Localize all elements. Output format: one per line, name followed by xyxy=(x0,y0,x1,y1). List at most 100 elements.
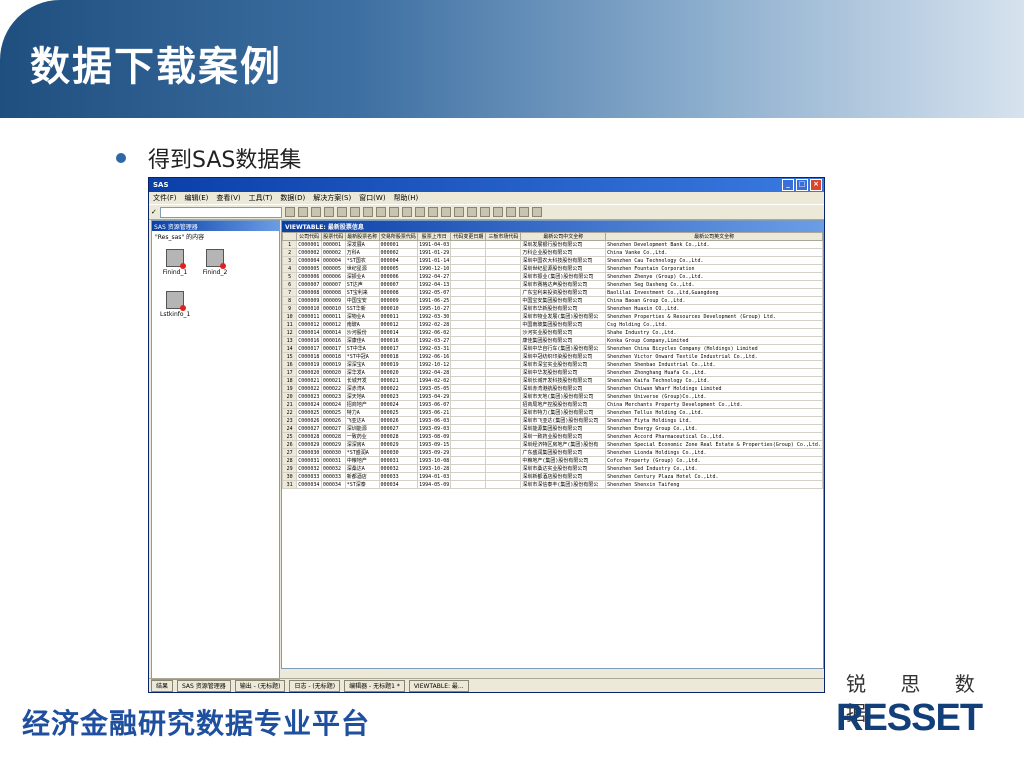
table-cell[interactable]: ST中华A xyxy=(344,344,380,353)
table-icon[interactable] xyxy=(453,207,464,217)
table-cell[interactable] xyxy=(485,264,522,273)
row-number[interactable]: 17 xyxy=(282,368,298,377)
table-cell[interactable]: 000018 xyxy=(320,352,346,361)
row-number[interactable]: 29 xyxy=(282,464,298,473)
table-cell[interactable] xyxy=(485,272,522,281)
row-number[interactable]: 12 xyxy=(282,328,298,337)
row-number[interactable]: 4 xyxy=(282,264,298,273)
table-cell[interactable]: 广东宝利来投资股份有限公司 xyxy=(520,288,607,297)
find-icon[interactable] xyxy=(349,207,360,217)
table-cell[interactable]: 000033 xyxy=(378,472,419,481)
table-row[interactable]: 30 C000033 000033 新都酒店 000033 1994-01-03 深圳新都酒… xyxy=(282,472,823,481)
table-cell[interactable]: 万科A xyxy=(344,248,380,257)
list-icon[interactable] xyxy=(466,207,477,217)
table-row[interactable]: 10 C000011 000011 深物业A 000011 1992-03-30 深圳市物业… xyxy=(282,312,823,321)
row-number[interactable]: 21 xyxy=(282,400,298,409)
table-cell[interactable]: Shenzhen Energy Group Co.,Ltd. xyxy=(605,424,823,433)
table-cell[interactable]: Shenzhen Cau Technology Co.,Ltd. xyxy=(605,256,823,265)
table-cell[interactable]: SST华新 xyxy=(344,304,380,313)
table-cell[interactable] xyxy=(485,448,522,457)
table-cell[interactable]: 000001 xyxy=(320,240,346,249)
table-cell[interactable]: 1991-01-29 xyxy=(417,248,452,257)
table-cell[interactable]: 1991-01-14 xyxy=(417,256,452,265)
table-cell[interactable]: 深圳市华新股份有限公司 xyxy=(520,304,607,313)
table-cell[interactable]: 1992-10-12 xyxy=(417,360,452,369)
table-cell[interactable]: Shahe Industry Co.,Ltd. xyxy=(605,328,823,337)
table-cell[interactable]: C000017 xyxy=(296,344,322,353)
table-cell[interactable] xyxy=(450,416,487,425)
table-cell[interactable] xyxy=(450,432,487,441)
table-cell[interactable]: 000009 xyxy=(378,296,419,305)
table-cell[interactable] xyxy=(450,376,487,385)
table-cell[interactable]: 1990-12-10 xyxy=(417,264,452,273)
table-cell[interactable]: 1993-05-05 xyxy=(417,384,452,393)
table-row[interactable]: 28 C000031 000031 中粮地产 000031 1993-10-08 中粮地产(… xyxy=(282,456,823,465)
table-cell[interactable]: 000033 xyxy=(320,472,346,481)
table-cell[interactable] xyxy=(485,408,522,417)
table-cell[interactable]: 000010 xyxy=(378,304,419,313)
table-cell[interactable]: 000029 xyxy=(378,440,419,449)
table-cell[interactable]: 1992-05-07 xyxy=(417,288,452,297)
table-cell[interactable] xyxy=(450,368,487,377)
table-cell[interactable]: 1993-04-29 xyxy=(417,392,452,401)
table-cell[interactable]: 000010 xyxy=(320,304,346,313)
table-cell[interactable]: 000004 xyxy=(378,256,419,265)
table-cell[interactable]: 000001 xyxy=(378,240,419,249)
table-cell[interactable]: 000024 xyxy=(320,400,346,409)
table-cell[interactable]: 广东盛润集团股份有限公司 xyxy=(520,448,607,457)
new-icon[interactable] xyxy=(284,207,295,217)
table-cell[interactable] xyxy=(450,464,487,473)
table-cell[interactable]: 中国南玻集团股份有限公司 xyxy=(520,320,607,329)
table-cell[interactable] xyxy=(450,280,487,289)
table-cell[interactable]: C000033 xyxy=(296,472,322,481)
table-cell[interactable]: 000017 xyxy=(378,344,419,353)
table-cell[interactable]: 000034 xyxy=(378,480,419,489)
table-cell[interactable]: 深振业A xyxy=(344,272,380,281)
table-cell[interactable]: C000032 xyxy=(296,464,322,473)
table-cell[interactable]: Shenzhen Universe (Group)Co.,Ltd. xyxy=(605,392,823,401)
row-number[interactable]: 13 xyxy=(282,336,298,345)
menu-item-help[interactable]: 帮助(H) xyxy=(394,193,419,203)
table-cell[interactable]: C000010 xyxy=(296,304,322,313)
table-cell[interactable]: 000019 xyxy=(378,360,419,369)
row-number[interactable]: 22 xyxy=(282,408,298,417)
table-cell[interactable]: 1995-10-27 xyxy=(417,304,452,313)
table-cell[interactable]: 000016 xyxy=(378,336,419,345)
table-cell[interactable]: C000002 xyxy=(296,248,322,257)
table-cell[interactable]: C000034 xyxy=(296,480,322,489)
table-cell[interactable]: Shenzhen Lionda Holdings Co.,Ltd. xyxy=(605,448,823,457)
table-cell[interactable]: 1994-02-02 xyxy=(417,376,452,385)
table-row[interactable]: 25 C000028 000028 一致药业 000028 1993-08-09 深圳一致药… xyxy=(282,432,823,441)
table-cell[interactable]: 000030 xyxy=(320,448,346,457)
table-cell[interactable]: C000030 xyxy=(296,448,322,457)
table-cell[interactable]: 深桑达A xyxy=(344,464,380,473)
table-cell[interactable]: 深圳中国农大科技股份有限公司 xyxy=(520,256,607,265)
table-cell[interactable] xyxy=(450,456,487,465)
table-cell[interactable]: 深圳发展银行股份有限公司 xyxy=(520,240,607,249)
table-cell[interactable]: C000031 xyxy=(296,456,322,465)
table-cell[interactable]: 深圳市深宝实业股份有限公司 xyxy=(520,360,607,369)
column-header[interactable]: 股票上市日 xyxy=(417,232,452,241)
table-cell[interactable]: Baolilai Investment Co.,Ltd,Guangdong xyxy=(605,288,823,297)
table-cell[interactable] xyxy=(450,448,487,457)
table-cell[interactable]: Shenzhen Tellus Holding Co.,Ltd. xyxy=(605,408,823,417)
dataset-finind-1[interactable]: Finind_1 xyxy=(160,249,190,276)
table-cell[interactable]: 中粮地产 xyxy=(344,456,380,465)
table-cell[interactable]: China Baoan Group Co.,Ltd. xyxy=(605,296,823,305)
table-cell[interactable]: 深圳长城开发科技股份有限公司 xyxy=(520,376,607,385)
table-cell[interactable]: C000020 xyxy=(296,368,322,377)
table-cell[interactable]: Shenzhen Development Bank Co.,Ltd. xyxy=(605,240,823,249)
menu-item-tools[interactable]: 工具(T) xyxy=(249,193,273,203)
table-cell[interactable] xyxy=(485,440,522,449)
table-cell[interactable]: 招商局地产控股股份有限公司 xyxy=(520,400,607,409)
table-cell[interactable]: 1992-04-27 xyxy=(417,272,452,281)
table-cell[interactable] xyxy=(450,248,487,257)
table-cell[interactable]: 深康佳A xyxy=(344,336,380,345)
table-cell[interactable] xyxy=(450,272,487,281)
table-cell[interactable]: C000019 xyxy=(296,360,322,369)
table-cell[interactable]: Shenzhen Fountain Corporation xyxy=(605,264,823,273)
table-cell[interactable]: 000026 xyxy=(378,416,419,425)
table-cell[interactable]: 000021 xyxy=(320,376,346,385)
table-row[interactable]: 19 C000022 000022 深赤湾A 000022 1993-05-05 深圳赤湾港… xyxy=(282,384,823,393)
table-cell[interactable] xyxy=(485,296,522,305)
